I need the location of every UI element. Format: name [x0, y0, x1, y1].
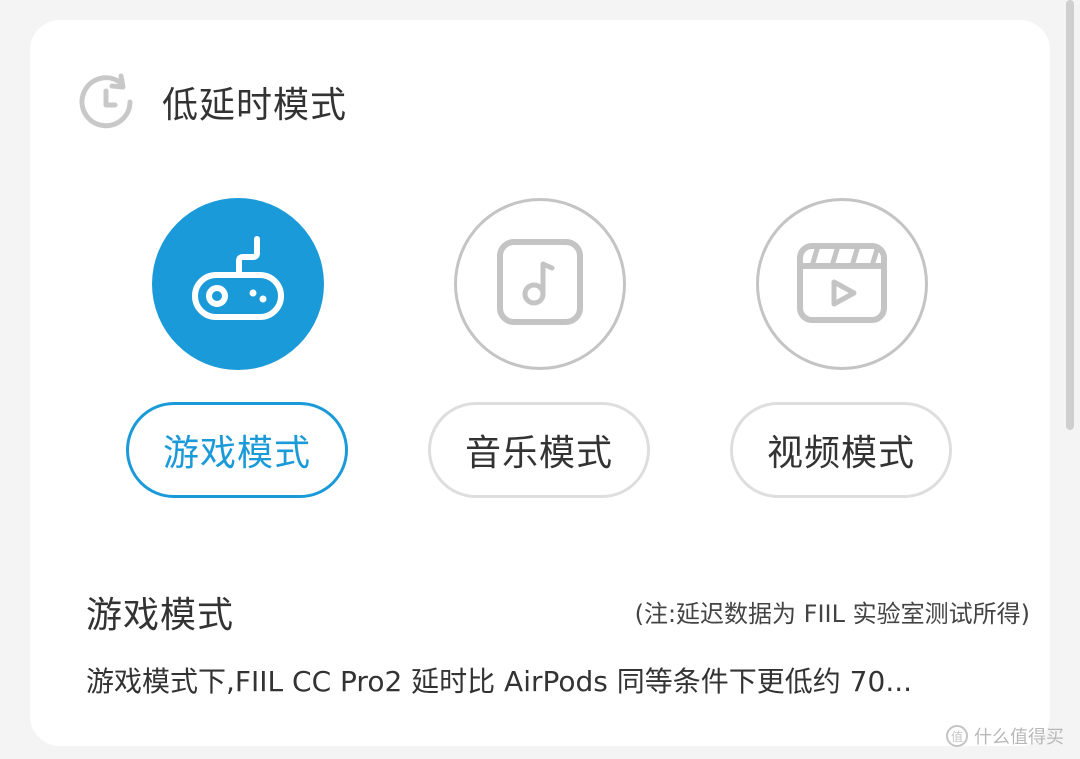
music-note-icon [492, 234, 588, 334]
mode-description-title: 游戏模式 [86, 595, 235, 636]
video-mode-button[interactable] [756, 198, 928, 370]
gamepad-icon [183, 227, 293, 341]
clapperboard-icon [792, 232, 892, 336]
clock-refresh-icon [76, 72, 136, 132]
watermark: 值 什么值得买 [946, 723, 1064, 749]
mode-description-text: 游戏模式下,FIIL CC Pro2 延时比 AirPods 同等条件下更低约 … [86, 665, 913, 698]
watermark-logo-icon: 值 [946, 725, 968, 747]
music-mode-tab[interactable]: 音乐模式 [428, 402, 650, 498]
music-mode-button[interactable] [454, 198, 626, 370]
latency-data-note: (注:延迟数据为 FIIL 实验室测试所得) [634, 600, 1030, 628]
game-mode-tab[interactable]: 游戏模式 [126, 402, 348, 498]
low-latency-card: 低延时模式 游戏模式 音乐模式 视频模式 游戏模式 (注:延迟数据为 FIIL … [30, 20, 1050, 746]
video-mode-tab[interactable]: 视频模式 [730, 402, 952, 498]
game-mode-button[interactable] [152, 198, 324, 370]
watermark-text: 什么值得买 [974, 727, 1064, 748]
page: 低延时模式 游戏模式 音乐模式 视频模式 游戏模式 (注:延迟数据为 FIIL … [0, 0, 1080, 759]
scrollbar[interactable] [1066, 0, 1074, 430]
section-title: 低延时模式 [162, 85, 348, 126]
card-header: 低延时模式 [76, 70, 347, 134]
